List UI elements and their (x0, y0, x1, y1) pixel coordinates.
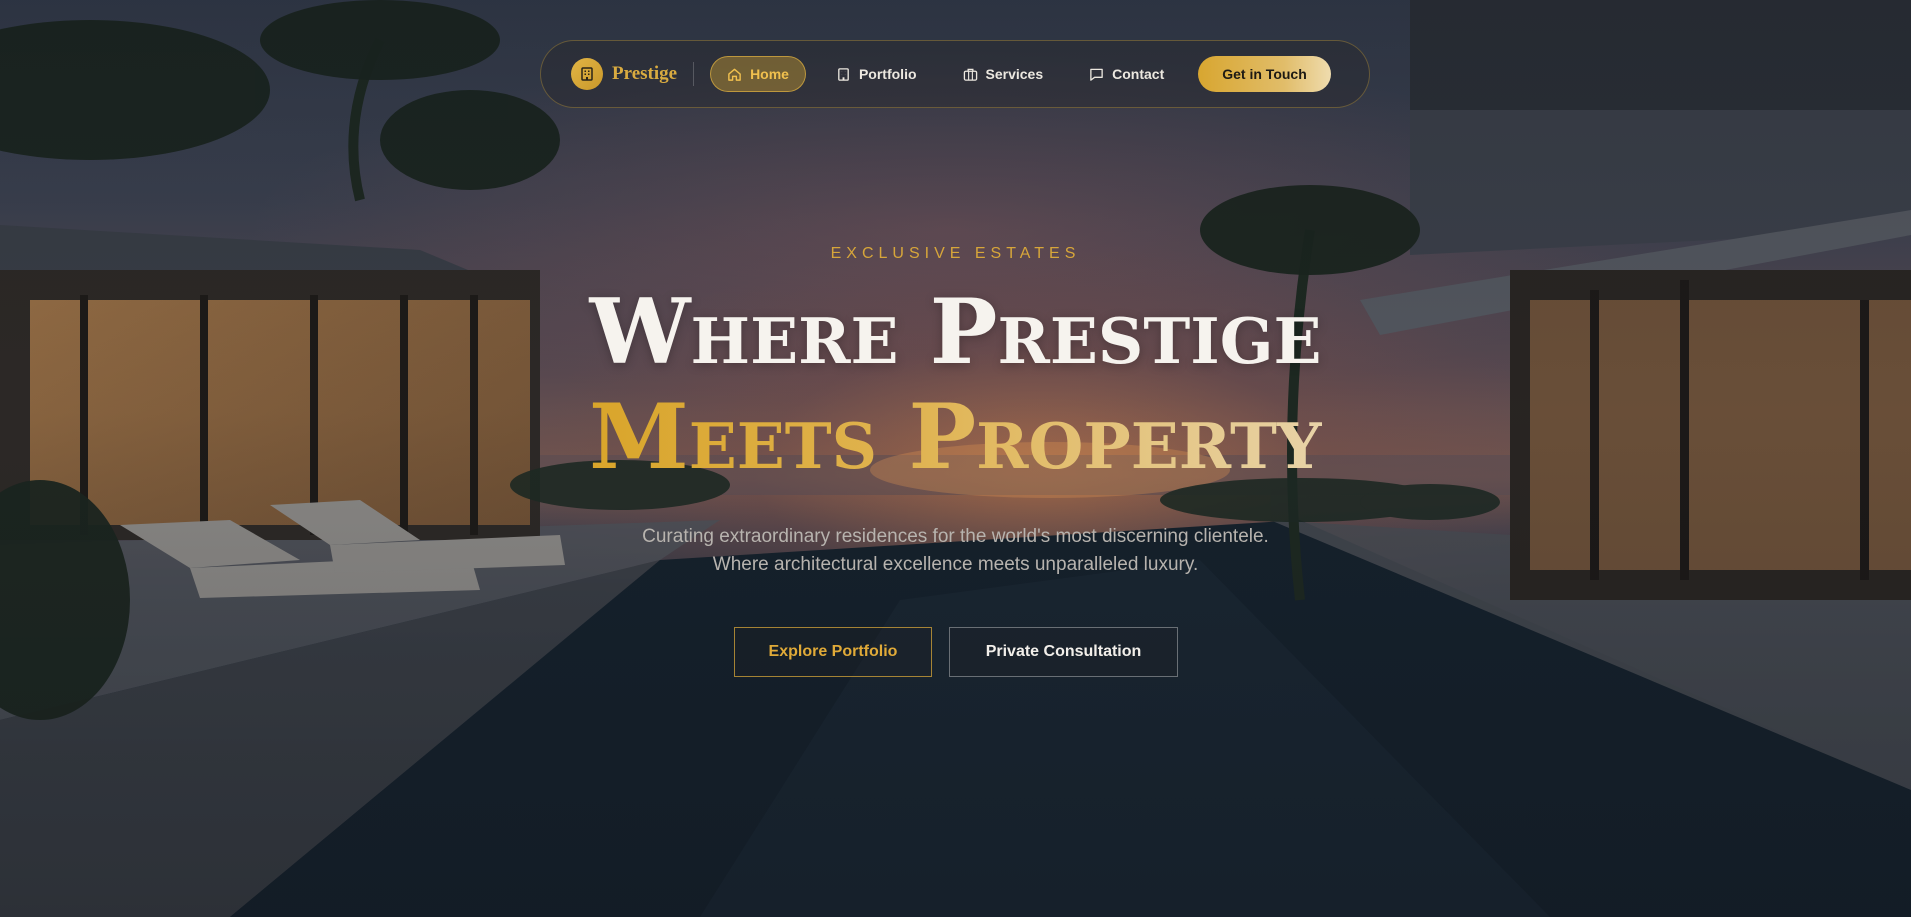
brand-logo[interactable]: Prestige (571, 58, 677, 90)
nav-item-label: Portfolio (858, 66, 917, 82)
hero-headline-line-2-text: Meets Property (589, 384, 1322, 490)
nav-item-contact[interactable]: Contact (1073, 56, 1180, 92)
hero-headline-line-2: Meets Property (0, 392, 1911, 482)
home-icon (727, 67, 742, 82)
nav-item-label: Home (750, 66, 789, 82)
message-icon (1089, 67, 1104, 82)
get-in-touch-button[interactable]: Get in Touch (1198, 56, 1331, 92)
hero-subtitle: Curating extraordinary residences for th… (642, 526, 1269, 575)
explore-portfolio-button[interactable]: Explore Portfolio (734, 627, 932, 677)
private-consultation-button[interactable]: Private Consultation (949, 627, 1178, 677)
main-navigation: Prestige Home Portfolio Services Contact… (540, 40, 1370, 108)
hero-page: Prestige Home Portfolio Services Contact… (0, 0, 1911, 917)
briefcase-icon (963, 67, 978, 82)
nav-item-services[interactable]: Services (947, 56, 1060, 92)
brand-name: Prestige (612, 63, 678, 84)
nav-item-label: Services (985, 66, 1044, 82)
nav-item-label: Contact (1112, 66, 1165, 82)
nav-item-portfolio[interactable]: Portfolio (820, 56, 933, 92)
building-icon (836, 67, 851, 82)
hero-headline-line-1: Where Prestige (589, 279, 1322, 385)
building-icon (571, 58, 603, 90)
nav-divider (693, 62, 695, 86)
nav-item-home[interactable]: Home (710, 56, 806, 92)
hero-eyebrow: EXCLUSIVE ESTATES (830, 245, 1081, 262)
